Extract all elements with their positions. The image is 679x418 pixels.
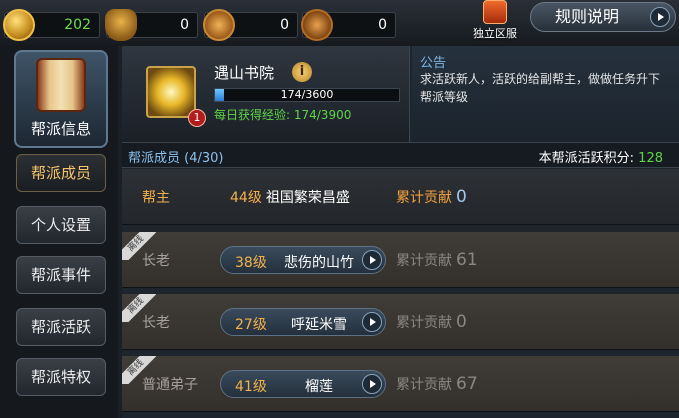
member-name: 悲伤的山竹 xyxy=(284,255,354,271)
tab-guild-members[interactable]: 帮派成员 xyxy=(16,154,106,192)
activity-score-value: 128 xyxy=(638,151,663,166)
member-profile-button[interactable]: 27级 呼延米雪 xyxy=(220,308,386,336)
scroll-icon xyxy=(36,58,86,112)
member-contribution: 累计贡献 0 xyxy=(396,312,467,332)
server-label: 独立区服 xyxy=(473,27,517,40)
activity-score-label: 本帮派活跃积分: xyxy=(538,151,639,166)
member-level: 44级 xyxy=(230,190,262,206)
rules-button[interactable]: 规则说明 xyxy=(530,2,676,32)
member-contribution: 累计贡献 67 xyxy=(396,374,478,394)
medal-icon xyxy=(203,9,235,41)
contribution-label: 累计贡献 xyxy=(396,190,452,206)
helmet-icon xyxy=(105,9,137,41)
guild-info-tab[interactable]: 帮派信息 xyxy=(14,50,108,148)
medal-value: 0 xyxy=(280,17,289,33)
independent-server-button[interactable]: 独立区服 xyxy=(470,0,520,44)
member-level-name: 44级 祖国繁荣昌盛 xyxy=(230,187,350,207)
member-rank: 帮主 xyxy=(142,190,170,206)
play-arrow-icon xyxy=(362,374,382,394)
contribution-label: 累计贡献 xyxy=(396,377,452,393)
member-row: 离线 普通弟子 41级 榴莲 累计贡献 67 xyxy=(122,356,679,412)
guild-exp-bar: 174/3600 xyxy=(214,88,400,102)
play-arrow-icon xyxy=(362,312,382,332)
guild-card: 1 遇山书院 i 174/3600 每日获得经验: 174/3900 xyxy=(122,46,410,142)
member-list-header: 帮派成员 (4/30) 本帮派活跃积分: 128 xyxy=(122,142,679,168)
guild-info-label: 帮派信息 xyxy=(30,120,91,138)
play-arrow-icon xyxy=(362,250,382,270)
top-resource-bar: 202 0 0 0 独立区服 规则说明 xyxy=(0,0,679,46)
member-row: 离线 长老 38级 悲伤的山竹 累计贡献 61 xyxy=(122,232,679,288)
guild-name: 遇山书院 xyxy=(214,64,275,82)
member-row: 离线 长老 27级 呼延米雪 累计贡献 0 xyxy=(122,294,679,350)
scroll-token-value: 0 xyxy=(378,17,387,33)
contribution-value: 67 xyxy=(456,374,478,394)
helmet-resource: 0 xyxy=(105,9,198,41)
activity-score: 本帮派活跃积分: 128 xyxy=(539,147,663,166)
scroll-token-resource: 0 xyxy=(296,4,396,46)
gold-value: 202 xyxy=(64,17,91,33)
tab-guild-activity[interactable]: 帮派活跃 xyxy=(16,308,106,346)
member-level: 41级 xyxy=(235,379,267,395)
member-name: 榴莲 xyxy=(305,379,333,395)
guild-notice: 公告 求活跃新人，活跃的给副帮主，做做任务升下帮派等级 xyxy=(412,46,679,142)
member-rank: 长老 xyxy=(142,315,170,331)
member-row[interactable]: 帮主 44级 祖国繁荣昌盛 累计贡献 0 xyxy=(122,169,679,225)
member-level: 38级 xyxy=(235,255,267,271)
tab-personal-settings[interactable]: 个人设置 xyxy=(16,206,106,244)
guild-level-badge: 1 xyxy=(188,109,206,127)
gold-coin-icon xyxy=(3,9,35,41)
notice-title: 公告 xyxy=(420,56,447,71)
rules-label: 规则说明 xyxy=(555,7,620,26)
guild-emblem-icon[interactable] xyxy=(146,66,196,118)
member-profile-button[interactable]: 38级 悲伤的山竹 xyxy=(220,246,386,274)
gold-resource: 202 xyxy=(3,9,100,41)
member-contribution: 累计贡献 61 xyxy=(396,250,478,270)
contribution-label: 累计贡献 xyxy=(396,315,452,331)
server-icon xyxy=(483,0,507,24)
main-panel: 1 遇山书院 i 174/3600 每日获得经验: 174/3900 公告 求活… xyxy=(122,46,679,418)
info-icon[interactable]: i xyxy=(292,62,312,82)
scroll-token-icon xyxy=(296,4,338,46)
member-name: 呼延米雪 xyxy=(291,317,347,333)
member-contribution: 累计贡献 0 xyxy=(396,187,467,207)
member-count: 帮派成员 (4/30) xyxy=(128,151,224,166)
contribution-label: 累计贡献 xyxy=(396,253,452,269)
member-rank: 长老 xyxy=(142,253,170,269)
member-profile-button[interactable]: 41级 榴莲 xyxy=(220,370,386,398)
daily-exp-text: 每日获得经验: 174/3900 xyxy=(214,108,352,122)
tab-guild-events[interactable]: 帮派事件 xyxy=(16,256,106,294)
tab-guild-privileges[interactable]: 帮派特权 xyxy=(16,358,106,396)
play-arrow-icon xyxy=(650,7,670,27)
contribution-value: 61 xyxy=(456,250,478,270)
member-level: 27级 xyxy=(235,317,267,333)
contribution-value: 0 xyxy=(456,187,467,207)
left-navigation: 帮派信息 帮派成员 个人设置 帮派事件 帮派活跃 帮派特权 xyxy=(0,46,118,418)
medal-resource: 0 xyxy=(203,9,298,41)
guild-exp-text: 174/3600 xyxy=(280,88,334,101)
helmet-value: 0 xyxy=(180,17,189,33)
member-name: 祖国繁荣昌盛 xyxy=(265,190,350,206)
notice-text: 求活跃新人，活跃的给副帮主，做做任务升下帮派等级 xyxy=(420,72,661,104)
contribution-value: 0 xyxy=(456,312,467,332)
member-rank: 普通弟子 xyxy=(142,377,198,393)
